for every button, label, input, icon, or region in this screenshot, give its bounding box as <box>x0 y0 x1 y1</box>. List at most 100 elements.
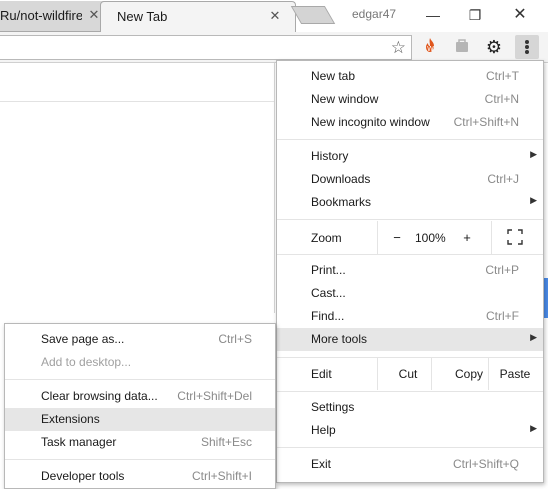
menu-item-shortcut: Ctrl+P <box>485 263 519 277</box>
divider <box>274 63 275 313</box>
dot <box>525 40 529 44</box>
menu-item-label: Extensions <box>41 412 100 426</box>
menu-item-label: Save page as... <box>41 332 125 346</box>
menu-item-clear-browsing-data[interactable]: Clear browsing data... Ctrl+Shift+Del <box>5 385 275 408</box>
menu-item-label: Cast... <box>311 286 346 300</box>
menu-item-shortcut: Ctrl+Shift+I <box>191 469 252 483</box>
more-tools-submenu: Save page as... Ctrl+S Add to desktop...… <box>4 323 276 489</box>
menu-item-task-manager[interactable]: Task manager Shift+Esc <box>5 431 275 454</box>
profile-name[interactable]: edgar47 <box>352 7 396 21</box>
menu-item-label: More tools <box>311 332 368 346</box>
paste-button[interactable]: Paste <box>485 358 545 390</box>
menu-item-label: New window <box>311 92 379 106</box>
menu-item-print[interactable]: Print... Ctrl+P <box>277 259 543 282</box>
toolbar: ☆ W ⚙ <box>0 32 548 63</box>
menu-item-help[interactable]: Help ▶ <box>277 419 543 442</box>
zoom-in-button[interactable]: + <box>461 230 473 245</box>
divider <box>0 101 275 102</box>
divider <box>377 221 378 254</box>
submenu-arrow-icon: ▶ <box>530 149 537 159</box>
menu-item-downloads[interactable]: Downloads Ctrl+J <box>277 168 543 191</box>
bookmark-star-icon[interactable]: ☆ <box>391 39 406 56</box>
menu-item-label: New tab <box>311 69 356 83</box>
new-tab-button[interactable] <box>290 6 336 24</box>
fire-extension-icon[interactable]: W <box>420 37 440 57</box>
menu-item-new-window[interactable]: New window Ctrl+N <box>277 88 543 111</box>
zoom-label: Zoom <box>311 231 342 245</box>
menu-item-exit[interactable]: Exit Ctrl+Shift+Q <box>277 453 543 476</box>
menu-item-new-incognito-window[interactable]: New incognito window Ctrl+Shift+N <box>277 111 543 134</box>
menu-item-shortcut: Ctrl+J <box>487 172 519 186</box>
menu-item-shortcut: Ctrl+F <box>486 309 519 323</box>
menu-item-more-tools[interactable]: More tools ▶ <box>277 328 543 351</box>
cut-button[interactable]: Cut <box>377 358 439 390</box>
menu-item-label: Clear browsing data... <box>41 389 158 403</box>
menu-item-save-page-as[interactable]: Save page as... Ctrl+S <box>5 328 275 351</box>
scroll-accent <box>544 278 548 318</box>
menu-item-shortcut: Shift+Esc <box>200 435 252 449</box>
menu-item-settings[interactable]: Settings <box>277 396 543 419</box>
menu-separator <box>277 219 543 220</box>
menu-separator <box>277 254 543 255</box>
menu-separator <box>5 379 275 380</box>
close-icon[interactable]: ✕ <box>267 8 283 24</box>
menu-item-cast[interactable]: Cast... <box>277 282 543 305</box>
gear-icon[interactable]: ⚙ <box>484 37 504 57</box>
chrome-main-menu: New tab Ctrl+T New window Ctrl+N New inc… <box>276 60 544 483</box>
menu-item-extensions[interactable]: Extensions <box>5 408 275 431</box>
submenu-arrow-icon: ▶ <box>530 423 537 433</box>
menu-item-label: Settings <box>311 400 355 414</box>
menu-item-label: Task manager <box>41 435 117 449</box>
zoom-row: Zoom − 100% + <box>277 221 543 254</box>
menu-item-label: History <box>311 149 349 163</box>
window-close-button[interactable]: ✕ <box>509 4 531 26</box>
address-bar[interactable]: ☆ <box>0 35 412 60</box>
submenu-arrow-icon: ▶ <box>530 332 537 342</box>
menu-item-shortcut: Ctrl+T <box>486 69 519 83</box>
tab-not-wildfire[interactable]: Ru/not-wildfire ✕ <box>0 1 108 32</box>
menu-item-label: Bookmarks <box>311 195 372 209</box>
menu-separator <box>277 447 543 448</box>
dot <box>525 45 529 49</box>
submenu-arrow-icon: ▶ <box>530 195 537 205</box>
zoom-out-button[interactable]: − <box>391 230 403 245</box>
menu-item-bookmarks[interactable]: Bookmarks ▶ <box>277 191 543 214</box>
chrome-menu-button[interactable] <box>515 35 539 59</box>
menu-item-new-tab[interactable]: New tab Ctrl+T <box>277 65 543 88</box>
menu-separator <box>5 459 275 460</box>
tab-title: New Tab <box>117 9 168 24</box>
menu-item-label: New incognito window <box>311 115 430 129</box>
restore-button[interactable]: ❐ <box>464 4 486 26</box>
bag-extension-icon[interactable] <box>452 37 472 57</box>
edit-row: Edit Cut Copy Paste <box>277 358 543 390</box>
edit-label: Edit <box>311 367 332 381</box>
menu-item-shortcut: Ctrl+Shift+Del <box>177 389 252 403</box>
menu-item-label: Print... <box>311 263 346 277</box>
menu-separator <box>277 391 543 392</box>
minimize-button[interactable]: — <box>422 4 444 26</box>
menu-separator <box>277 139 543 140</box>
tab-title: Ru/not-wildfire <box>0 8 82 23</box>
menu-item-add-to-desktop: Add to desktop... <box>5 351 275 374</box>
divider <box>431 358 432 390</box>
menu-item-label: Help <box>311 423 336 437</box>
zoom-level: 100% <box>415 231 446 245</box>
dot <box>525 50 529 54</box>
menu-item-label: Downloads <box>311 172 371 186</box>
menu-item-shortcut: Ctrl+S <box>218 332 252 346</box>
menu-item-label: Add to desktop... <box>41 355 132 369</box>
title-bar: Ru/not-wildfire ✕ New Tab ✕ edgar47 — ❐ … <box>0 0 548 32</box>
menu-item-label: Exit <box>311 457 332 471</box>
menu-item-shortcut: Ctrl+Shift+Q <box>452 457 519 471</box>
fullscreen-icon[interactable] <box>507 229 523 245</box>
menu-item-history[interactable]: History ▶ <box>277 145 543 168</box>
menu-item-shortcut: Ctrl+N <box>484 92 519 106</box>
tab-new-tab[interactable]: New Tab ✕ <box>100 1 296 32</box>
divider <box>491 221 492 254</box>
menu-item-developer-tools[interactable]: Developer tools Ctrl+Shift+I <box>5 465 275 488</box>
menu-item-shortcut: Ctrl+Shift+N <box>453 115 519 129</box>
menu-item-label: Find... <box>311 309 345 323</box>
svg-text:W: W <box>427 45 434 53</box>
menu-item-label: Developer tools <box>41 469 125 483</box>
menu-item-find[interactable]: Find... Ctrl+F <box>277 305 543 328</box>
